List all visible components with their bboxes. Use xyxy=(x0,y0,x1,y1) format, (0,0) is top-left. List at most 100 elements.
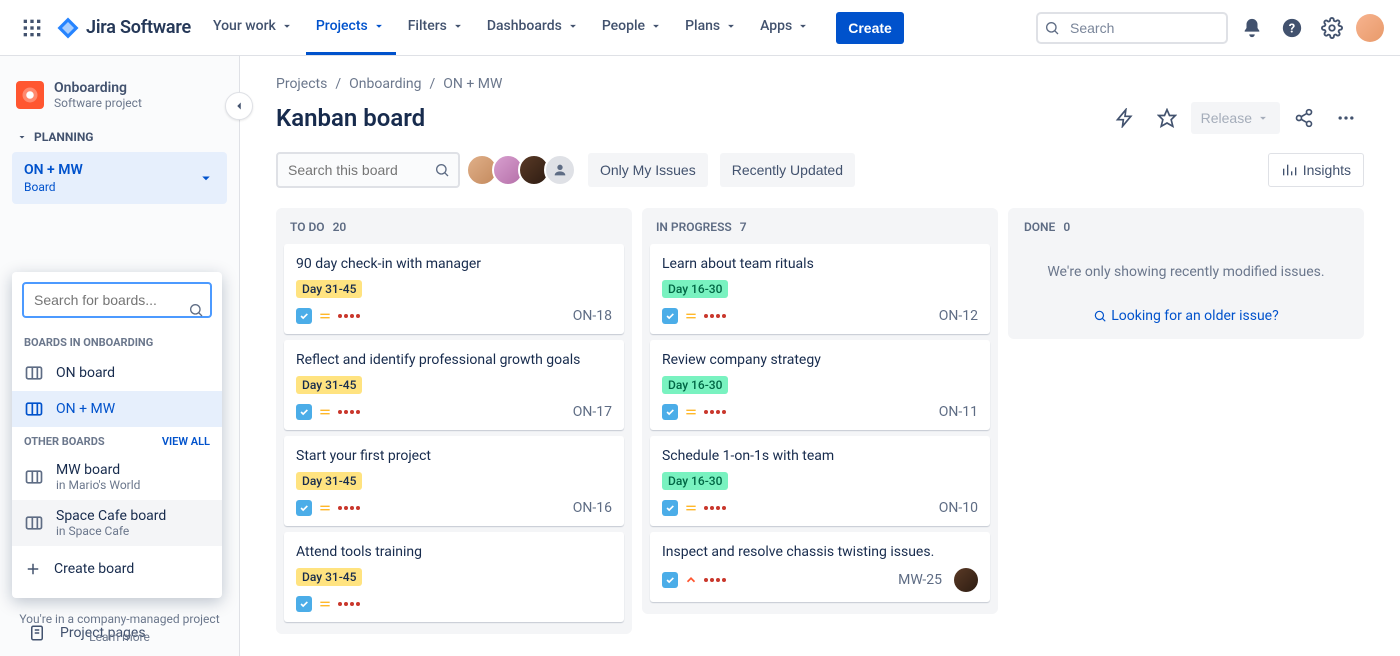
recently-updated-button[interactable]: Recently Updated xyxy=(720,153,855,187)
add-assignee-button[interactable] xyxy=(544,154,576,186)
board-selector-sub: Board xyxy=(24,180,83,194)
priority-high-icon xyxy=(684,573,698,587)
board-search-input[interactable] xyxy=(276,152,460,188)
task-icon xyxy=(296,404,312,420)
board-icon xyxy=(24,399,44,419)
global-search xyxy=(1036,12,1228,44)
issue-card[interactable]: Attend tools training Day 31-45 xyxy=(284,532,624,622)
task-icon xyxy=(662,500,678,516)
issue-card[interactable]: Learn about team rituals Day 16-30 ON-12 xyxy=(650,244,990,334)
card-title: 90 day check-in with manager xyxy=(296,256,612,272)
breadcrumb-item[interactable]: ON + MW xyxy=(443,76,502,92)
story-points-icon xyxy=(704,314,726,318)
issue-card[interactable]: Inspect and resolve chassis twisting iss… xyxy=(650,532,990,602)
board-selector-name: ON + MW xyxy=(24,162,83,178)
chevron-down-icon xyxy=(649,19,663,33)
create-button[interactable]: Create xyxy=(836,12,904,44)
card-tag: Day 16-30 xyxy=(662,472,728,490)
board-icon xyxy=(24,513,44,533)
nav-people[interactable]: People xyxy=(592,1,673,55)
board-search xyxy=(276,152,460,188)
story-points-icon xyxy=(338,410,360,414)
older-issue-link[interactable]: Looking for an older issue? xyxy=(1016,308,1356,324)
project-header[interactable]: Onboarding Software project xyxy=(12,80,227,110)
priority-medium-icon xyxy=(318,405,332,419)
chevron-down-icon xyxy=(796,19,810,33)
nav-plans[interactable]: Plans xyxy=(675,1,748,55)
notifications-icon[interactable] xyxy=(1236,12,1268,44)
story-points-icon xyxy=(704,410,726,414)
priority-medium-icon xyxy=(684,501,698,515)
kanban-board: TO DO 20 90 day check-in with manager Da… xyxy=(276,208,1364,634)
task-icon xyxy=(296,596,312,612)
chevron-down-icon xyxy=(566,19,580,33)
chevron-down-icon xyxy=(197,169,215,187)
issue-card[interactable]: Reflect and identify professional growth… xyxy=(284,340,624,430)
card-tag: Day 31-45 xyxy=(296,376,362,394)
story-points-icon xyxy=(704,506,726,510)
nav-your-work[interactable]: Your work xyxy=(203,1,304,55)
chevron-down-icon xyxy=(372,19,386,33)
issue-key: ON-16 xyxy=(573,500,612,516)
priority-medium-icon xyxy=(318,309,332,323)
app-switcher-icon[interactable] xyxy=(16,12,48,44)
jira-logo[interactable]: Jira Software xyxy=(56,16,191,40)
share-icon[interactable] xyxy=(1286,100,1322,136)
page-title: Kanban board xyxy=(276,104,425,132)
board-selector[interactable]: ON + MW Board xyxy=(12,152,227,204)
column-header: DONE 0 xyxy=(1016,220,1356,244)
nav-dashboards[interactable]: Dashboards xyxy=(477,1,590,55)
more-icon[interactable] xyxy=(1328,100,1364,136)
story-points-icon xyxy=(704,578,726,582)
nav-apps[interactable]: Apps xyxy=(750,1,820,55)
board-option-on-mw[interactable]: ON + MW xyxy=(12,391,222,427)
issue-card[interactable]: Start your first project Day 31-45 ON-16 xyxy=(284,436,624,526)
board-column: TO DO 20 90 day check-in with manager Da… xyxy=(276,208,632,634)
user-avatar[interactable] xyxy=(1356,14,1384,42)
sidebar-collapse-button[interactable] xyxy=(225,92,253,120)
issue-key: MW-25 xyxy=(898,572,942,588)
priority-medium-icon xyxy=(684,309,698,323)
breadcrumb-item[interactable]: Onboarding xyxy=(349,76,421,92)
dropdown-group-label: OTHER BOARDS VIEW ALL xyxy=(12,427,222,454)
sidebar-section-planning[interactable]: PLANNING xyxy=(12,130,227,144)
assignee-avatar xyxy=(954,568,978,592)
dropdown-group-label: BOARDS IN ONBOARDING xyxy=(12,328,222,355)
view-all-link[interactable]: VIEW ALL xyxy=(162,435,210,448)
nav-filters[interactable]: Filters xyxy=(398,1,475,55)
task-icon xyxy=(296,500,312,516)
board-option-on-board[interactable]: ON board xyxy=(12,355,222,391)
nav-projects[interactable]: Projects xyxy=(306,1,396,55)
board-option-space-cafe[interactable]: Space Cafe board in Space Cafe xyxy=(12,500,222,546)
board-toolbar: Only My Issues Recently Updated Insights xyxy=(276,152,1364,188)
only-my-issues-button[interactable]: Only My Issues xyxy=(588,153,708,187)
release-button[interactable]: Release xyxy=(1191,102,1280,134)
create-board-button[interactable]: Create board xyxy=(12,550,222,588)
card-tag: Day 16-30 xyxy=(662,376,728,394)
priority-medium-icon xyxy=(318,501,332,515)
breadcrumbs: Projects / Onboarding / ON + MW xyxy=(276,76,1364,92)
breadcrumb-item[interactable]: Projects xyxy=(276,76,327,92)
automation-icon[interactable] xyxy=(1107,100,1143,136)
search-icon xyxy=(1044,20,1060,36)
card-title: Inspect and resolve chassis twisting iss… xyxy=(662,544,978,560)
board-option-mw-board[interactable]: MW board in Mario's World xyxy=(12,454,222,500)
top-nav: Jira Software Your work Projects Filters… xyxy=(0,0,1400,56)
help-icon[interactable]: ? xyxy=(1276,12,1308,44)
issue-card[interactable]: 90 day check-in with manager Day 31-45 O… xyxy=(284,244,624,334)
assignee-avatars xyxy=(472,154,576,186)
story-points-icon xyxy=(338,506,360,510)
star-icon[interactable] xyxy=(1149,100,1185,136)
search-icon xyxy=(1093,309,1107,323)
project-name: Onboarding xyxy=(54,80,142,96)
issue-card[interactable]: Review company strategy Day 16-30 ON-11 xyxy=(650,340,990,430)
board-search-input[interactable] xyxy=(22,282,212,318)
settings-icon[interactable] xyxy=(1316,12,1348,44)
chevron-down-icon xyxy=(1256,111,1270,125)
issue-key: ON-17 xyxy=(573,404,612,420)
issue-card[interactable]: Schedule 1-on-1s with team Day 16-30 ON-… xyxy=(650,436,990,526)
sidebar-learn-more-link[interactable]: Learn more xyxy=(0,630,239,644)
card-tag: Day 31-45 xyxy=(296,568,362,586)
global-search-input[interactable] xyxy=(1036,12,1228,44)
insights-button[interactable]: Insights xyxy=(1268,153,1364,187)
